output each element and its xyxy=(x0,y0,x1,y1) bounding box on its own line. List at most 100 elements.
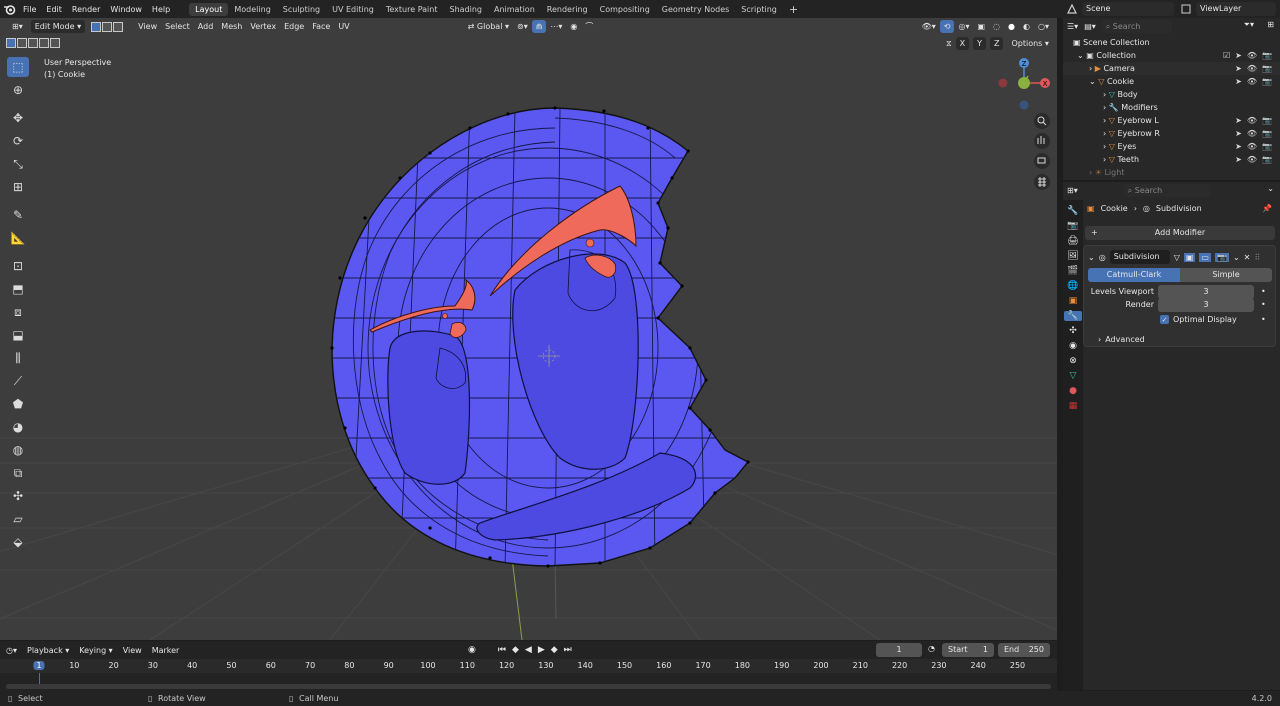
add-workspace-button[interactable]: + xyxy=(783,1,804,18)
pivot-icon[interactable]: ⊚▾ xyxy=(513,20,532,33)
world-tab-icon[interactable]: 🌐 xyxy=(1067,281,1078,291)
tab-modeling[interactable]: Modeling xyxy=(228,3,276,16)
options-dropdown[interactable]: Options ▾ xyxy=(1007,37,1052,50)
advanced-subpanel[interactable]: › Advanced xyxy=(1098,335,1145,344)
eye-icon[interactable]: 👁 xyxy=(1247,140,1257,153)
levels-viewport-field[interactable]: 3 xyxy=(1158,285,1254,299)
axis-z-toggle[interactable]: Z xyxy=(990,37,1004,50)
tool-tab-icon[interactable]: 🔧 xyxy=(1067,206,1078,216)
material-tab-icon[interactable]: ● xyxy=(1069,386,1077,396)
cursor-tool-icon[interactable]: ⊕ xyxy=(7,80,29,100)
camera-render-icon[interactable]: 📷 xyxy=(1262,62,1272,75)
jump-start-icon[interactable]: ⏮ xyxy=(498,645,506,655)
select-extend-icon[interactable] xyxy=(17,38,27,48)
outliner-row-camera[interactable]: › ▶ Camera ➤ 👁 📷 xyxy=(1063,62,1280,75)
checkbox-icon[interactable]: ☑ xyxy=(1223,49,1230,62)
delete-modifier-icon[interactable]: ✕ xyxy=(1244,253,1251,262)
shading-material-icon[interactable]: ◐ xyxy=(1019,20,1034,33)
menu-select[interactable]: Select xyxy=(161,20,194,33)
record-icon[interactable]: ◉ xyxy=(468,645,476,655)
scale-tool-icon[interactable]: ⤡ xyxy=(7,154,29,174)
transform-tool-icon[interactable]: ⊞ xyxy=(7,177,29,197)
tab-layout[interactable]: Layout xyxy=(189,2,229,16)
edge-slide-tool-icon[interactable]: ⧉ xyxy=(7,463,29,483)
move-tool-icon[interactable]: ✥ xyxy=(7,108,29,128)
outliner-row-scene-collection[interactable]: ▣ Scene Collection xyxy=(1063,36,1280,49)
eye-icon[interactable]: 👁 xyxy=(1247,62,1257,75)
menu-marker[interactable]: Marker xyxy=(152,646,180,655)
optimal-display-checkbox[interactable]: ✓ xyxy=(1160,315,1169,324)
menu-help[interactable]: Help xyxy=(147,5,175,14)
menu-keying[interactable]: Keying ▾ xyxy=(79,646,112,655)
menu-playback[interactable]: Playback ▾ xyxy=(27,646,69,655)
xray-icon[interactable]: ▣ xyxy=(973,20,989,33)
pin-icon[interactable]: 📌 xyxy=(1262,204,1272,213)
frame-ruler[interactable]: 1 10 20 30 40 50 60 70 80 90 100 110 120 130 140 150 160… xyxy=(0,659,1057,673)
viewport-toggle-icon[interactable]: ▭ xyxy=(1199,252,1211,262)
modifier-menu-icon[interactable]: ⌄ xyxy=(1233,253,1240,262)
tab-rendering[interactable]: Rendering xyxy=(541,3,594,16)
select-box-tool-icon[interactable]: ⬚ xyxy=(7,57,29,77)
select-new-icon[interactable] xyxy=(6,38,16,48)
3d-viewport[interactable]: X Z xyxy=(0,18,1057,640)
menu-face[interactable]: Face xyxy=(308,20,334,33)
outliner-row-light[interactable]: › ☀ Light xyxy=(1063,166,1280,179)
scene-icon[interactable] xyxy=(1066,3,1078,15)
constraints-tab-icon[interactable]: ⊗ xyxy=(1069,356,1077,366)
vertex-select-icon[interactable] xyxy=(91,21,102,32)
menu-uv[interactable]: UV xyxy=(334,20,353,33)
view-layer-tab-icon[interactable]: 🖼 xyxy=(1067,251,1078,261)
eye-icon[interactable]: 👁 xyxy=(1247,75,1257,88)
camera-render-icon[interactable]: 📷 xyxy=(1262,75,1272,88)
new-collection-icon[interactable]: ⊞ xyxy=(1267,20,1274,29)
select-arrow-icon[interactable]: ➤ xyxy=(1235,114,1242,127)
transform-orientation-dropdown[interactable]: ⇄ Global ▾ xyxy=(464,20,513,33)
shrink-fatten-tool-icon[interactable]: ✣ xyxy=(7,486,29,506)
inset-tool-icon[interactable]: ⧈ xyxy=(7,302,29,322)
outliner-row-collection[interactable]: ⌄ ▣ Collection ☑ ➤ 👁 📷 xyxy=(1063,49,1280,62)
select-intersect-icon[interactable] xyxy=(50,38,60,48)
scene-tab-icon[interactable]: 🎬 xyxy=(1067,266,1078,276)
cookie-mesh[interactable] xyxy=(330,106,760,568)
play-icon[interactable]: ▶ xyxy=(538,645,545,655)
shading-rendered-icon[interactable]: ○▾ xyxy=(1034,20,1053,33)
tab-animation[interactable]: Animation xyxy=(488,3,541,16)
menu-add[interactable]: Add xyxy=(194,20,218,33)
visibility-icon[interactable]: 👁▾ xyxy=(918,20,940,33)
eye-icon[interactable]: 👁 xyxy=(1247,153,1257,166)
bevel-tool-icon[interactable]: ⬓ xyxy=(7,325,29,345)
loop-cut-tool-icon[interactable]: ⫼ xyxy=(7,348,29,368)
axis-x-toggle[interactable]: X xyxy=(955,37,970,50)
shading-wireframe-icon[interactable]: ◌ xyxy=(989,20,1004,33)
render-toggle-icon[interactable]: 📷 xyxy=(1214,252,1229,262)
modifier-tab-icon[interactable]: 🔧 xyxy=(1064,311,1082,321)
timeline-editor-icon[interactable]: ◷▾ xyxy=(6,646,17,655)
selection-box-modes[interactable] xyxy=(6,38,61,48)
outliner-row-eyebrow-r[interactable]: › ▽ Eyebrow R ➤ 👁 📷 xyxy=(1063,127,1280,140)
physics-tab-icon[interactable]: ◉ xyxy=(1069,341,1077,351)
end-frame-field[interactable]: End 250 xyxy=(998,643,1050,657)
outliner-editor-icon[interactable]: ☰▾ xyxy=(1067,22,1078,31)
snap-target-icon[interactable]: ⋯▾ xyxy=(546,20,566,33)
outliner-row-eyebrow-l[interactable]: › ▽ Eyebrow L ➤ 👁 📷 xyxy=(1063,114,1280,127)
shading-solid-icon[interactable]: ● xyxy=(1004,20,1019,33)
outliner-search-input[interactable]: ⌕ Search xyxy=(1101,20,1172,33)
timeline-scrollbar[interactable] xyxy=(6,684,1051,689)
eye-icon[interactable]: 👁 xyxy=(1247,49,1257,62)
spin-tool-icon[interactable]: ◕ xyxy=(7,417,29,437)
camera-render-icon[interactable]: 📷 xyxy=(1262,49,1272,62)
outliner-row-body[interactable]: › ▽ Body xyxy=(1063,88,1280,101)
gizmo-icon[interactable]: ⟲ xyxy=(939,20,955,33)
current-frame-field[interactable]: 1 xyxy=(876,643,922,657)
next-keyframe-icon[interactable]: ◆ xyxy=(551,645,558,655)
modifier-name-field[interactable]: Subdivision xyxy=(1109,250,1170,264)
particles-tab-icon[interactable]: ✣ xyxy=(1069,326,1077,336)
view-layer-icon[interactable] xyxy=(1180,3,1192,15)
render-levels-field[interactable]: 3 xyxy=(1158,298,1254,312)
expand-arrow-icon[interactable]: ⌄ xyxy=(1077,51,1086,60)
tab-texture-paint[interactable]: Texture Paint xyxy=(380,3,444,16)
edge-select-icon[interactable] xyxy=(102,21,113,32)
select-arrow-icon[interactable]: ➤ xyxy=(1235,49,1242,62)
editor-type-icon[interactable]: ⊞▾ xyxy=(8,20,27,33)
menu-edit[interactable]: Edit xyxy=(41,5,67,14)
